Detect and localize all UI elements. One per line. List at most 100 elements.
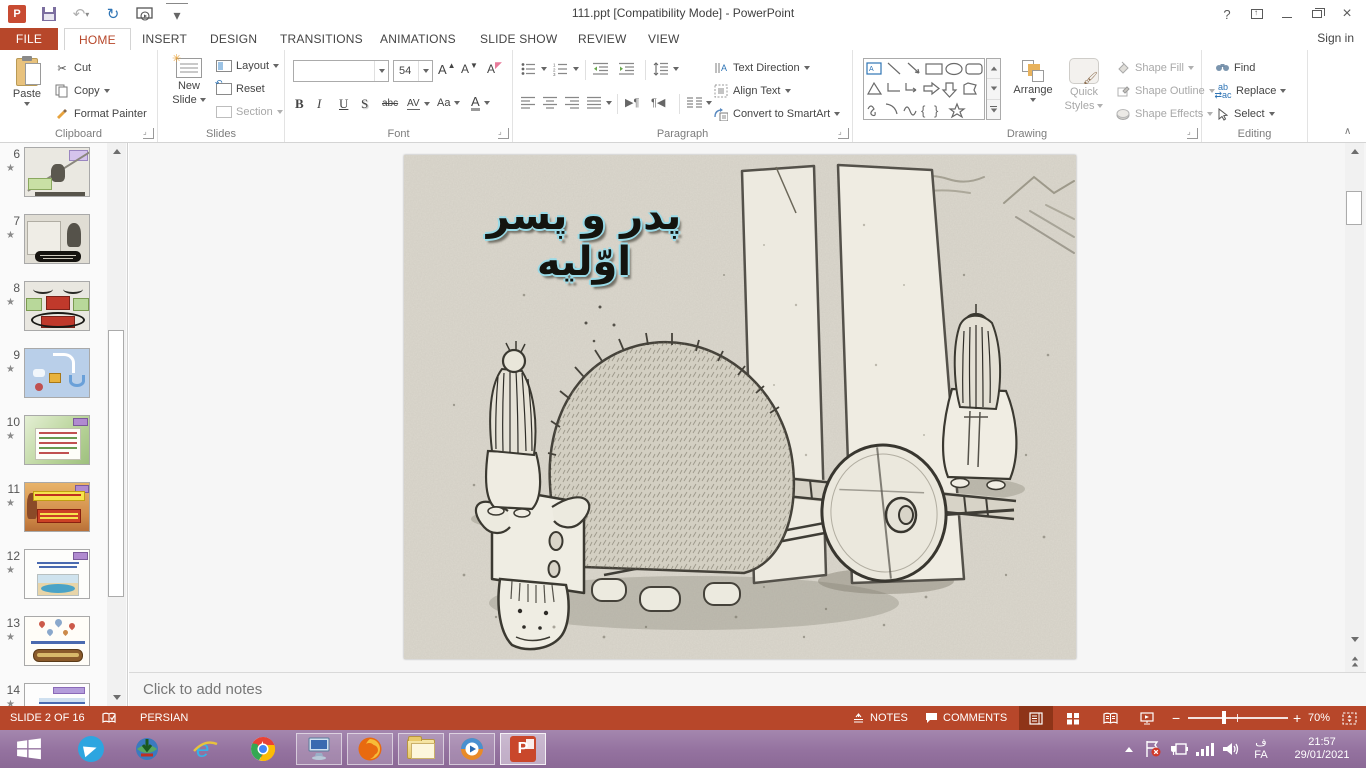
normal-view-button[interactable]: [1019, 706, 1053, 730]
convert-smartart-button[interactable]: Convert to SmartArt: [713, 106, 840, 122]
fit-window-icon[interactable]: [1342, 706, 1357, 730]
comments-toggle-button[interactable]: COMMENTS: [925, 706, 1007, 730]
cut-button[interactable]: ✂ Cut: [54, 60, 91, 76]
strikethrough-button[interactable]: abc: [382, 98, 398, 109]
shape-effects-button[interactable]: Shape Effects: [1115, 106, 1213, 122]
shapes-scroll-up[interactable]: [987, 59, 1000, 79]
network-icon[interactable]: [1192, 733, 1218, 765]
copy-button[interactable]: Copy: [54, 83, 110, 99]
tab-transitions[interactable]: TRANSITIONS: [266, 28, 377, 50]
bullets-button[interactable]: [521, 62, 547, 76]
ltr-direction-button[interactable]: ▶¶: [625, 96, 639, 109]
shapes-gallery[interactable]: A {}: [863, 58, 985, 120]
format-painter-button[interactable]: Format Painter: [54, 106, 147, 122]
tab-home[interactable]: HOME: [64, 28, 131, 50]
paste-button[interactable]: Paste: [8, 58, 46, 106]
section-button[interactable]: Section: [216, 106, 283, 118]
help-icon[interactable]: ?: [1212, 2, 1242, 26]
shape-fill-button[interactable]: Shape Fill: [1115, 60, 1194, 76]
restore-icon[interactable]: [1302, 2, 1332, 26]
clear-formatting-button[interactable]: A◤: [487, 62, 502, 76]
change-case-button[interactable]: Aa: [437, 97, 460, 109]
reading-view-button[interactable]: [1093, 706, 1127, 730]
quick-styles-button[interactable]: Quick Styles: [1061, 58, 1107, 112]
osk-icon[interactable]: [296, 733, 342, 765]
slide-canvas[interactable]: پدر و پسر اوّلیه: [404, 155, 1076, 659]
rtl-direction-button[interactable]: ¶◀: [651, 96, 665, 109]
drawing-dialog-launcher[interactable]: ⌟: [1187, 128, 1198, 139]
reset-button[interactable]: Reset: [216, 83, 265, 95]
thumbnail-scroll-thumb[interactable]: [108, 330, 124, 597]
previous-slide-button[interactable]: [1345, 653, 1364, 670]
clock[interactable]: 21:5729/01/2021: [1282, 733, 1362, 765]
zoom-slider-thumb[interactable]: [1222, 711, 1226, 724]
powerpoint-taskbar-icon[interactable]: P: [500, 733, 546, 765]
collapse-ribbon-icon[interactable]: ∧: [1344, 126, 1351, 137]
idm-icon[interactable]: [124, 733, 170, 765]
sign-in-link[interactable]: Sign in: [1317, 31, 1354, 45]
clipboard-dialog-launcher[interactable]: ⌟: [143, 128, 154, 139]
tray-expand-icon[interactable]: [1118, 733, 1140, 765]
start-icon[interactable]: [6, 733, 52, 765]
editor-scroll-up[interactable]: [1345, 143, 1364, 160]
text-direction-button[interactable]: A Text Direction: [713, 60, 810, 76]
zoom-out-icon[interactable]: −: [1172, 706, 1180, 730]
zoom-slider[interactable]: [1188, 717, 1288, 719]
slide-number-status[interactable]: SLIDE 2 OF 16: [10, 706, 85, 730]
arrange-button[interactable]: Arrange: [1009, 60, 1057, 102]
tab-slide-show[interactable]: SLIDE SHOW: [466, 28, 571, 50]
tab-animations[interactable]: ANIMATIONS: [366, 28, 470, 50]
text-shadow-button[interactable]: S: [361, 96, 368, 112]
decrease-indent-button[interactable]: [593, 62, 609, 76]
replace-button[interactable]: ab⇄ac Replace: [1214, 83, 1286, 99]
italic-button[interactable]: I: [317, 96, 321, 112]
spellcheck-icon[interactable]: [102, 706, 116, 730]
language-indicator[interactable]: فFA: [1246, 733, 1276, 765]
internet-explorer-icon[interactable]: e: [182, 733, 228, 765]
flag-icon[interactable]: [1140, 733, 1166, 765]
font-color-button[interactable]: A: [471, 95, 490, 111]
thumbnail-scrollbar[interactable]: [107, 143, 126, 706]
shapes-gallery-expand[interactable]: [987, 100, 1000, 119]
language-status[interactable]: PERSIAN: [140, 706, 188, 730]
paragraph-dialog-launcher[interactable]: ⌟: [838, 128, 849, 139]
align-text-button[interactable]: Align Text: [713, 83, 791, 99]
grow-font-button[interactable]: A▲: [438, 62, 456, 77]
thumbnail-scroll-up[interactable]: [107, 143, 126, 160]
layout-button[interactable]: Layout: [216, 60, 279, 72]
tab-view[interactable]: VIEW: [634, 28, 693, 50]
firefox-icon[interactable]: [347, 733, 393, 765]
columns-button[interactable]: [687, 96, 712, 110]
notes-placeholder[interactable]: Click to add notes: [143, 681, 262, 698]
slideshow-view-button[interactable]: [1130, 706, 1164, 730]
new-slide-button[interactable]: New Slide: [168, 58, 210, 106]
font-name-combo[interactable]: [293, 60, 389, 82]
close-icon[interactable]: ×: [1332, 2, 1362, 26]
justify-button[interactable]: [587, 96, 612, 110]
char-spacing-button[interactable]: AV: [407, 98, 430, 110]
volume-icon[interactable]: [1218, 733, 1244, 765]
shapes-scroll-down[interactable]: [987, 79, 1000, 99]
underline-button[interactable]: U: [339, 96, 348, 112]
chrome-icon[interactable]: [240, 733, 286, 765]
numbering-button[interactable]: 123: [553, 62, 579, 76]
font-size-combo[interactable]: 54: [393, 60, 433, 82]
zoom-level[interactable]: 70%: [1308, 706, 1330, 730]
file-explorer-icon[interactable]: [398, 733, 444, 765]
tab-design[interactable]: DESIGN: [196, 28, 271, 50]
select-button[interactable]: Select: [1214, 106, 1275, 122]
ribbon-options-icon[interactable]: [1242, 2, 1272, 26]
tab-review[interactable]: REVIEW: [564, 28, 641, 50]
minimize-icon[interactable]: [1272, 2, 1302, 26]
media-player-icon[interactable]: [449, 733, 495, 765]
notes-toggle-button[interactable]: NOTES: [852, 706, 908, 730]
editor-scrollbar[interactable]: [1345, 143, 1364, 703]
bold-button[interactable]: B: [295, 96, 304, 112]
find-button[interactable]: Find: [1214, 60, 1255, 76]
tab-insert[interactable]: INSERT: [128, 28, 201, 50]
telegram-icon[interactable]: [68, 733, 114, 765]
align-center-button[interactable]: [543, 96, 558, 110]
notes-pane[interactable]: Click to add notes: [129, 672, 1366, 706]
zoom-in-icon[interactable]: +: [1293, 706, 1301, 730]
thumbnail-scroll-down[interactable]: [107, 689, 126, 706]
